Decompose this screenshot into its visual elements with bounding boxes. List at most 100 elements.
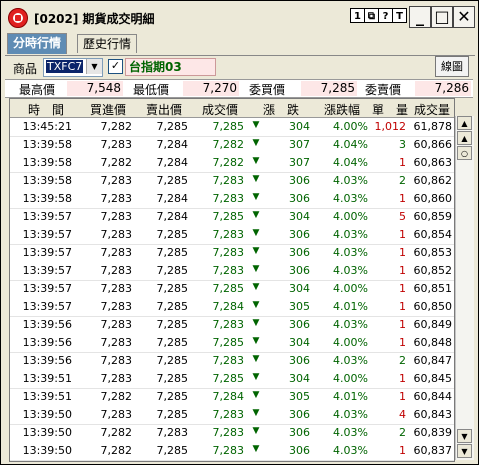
cell-change-pct: 4.00% xyxy=(333,120,368,133)
cell-bid: 7,282 xyxy=(100,426,133,439)
table-row[interactable]: 13:39:57 7,283 7,284 7,285 ▼ 304 4.00% 5 60,859 xyxy=(10,208,454,227)
cell-ask: 7,283 xyxy=(156,426,189,439)
table-row[interactable]: 13:39:56 7,283 7,285 7,283 ▼ 306 4.03% 2 60,847 xyxy=(10,352,454,371)
link-checkbox[interactable]: ✓ xyxy=(108,59,123,74)
maximize-button[interactable]: □ xyxy=(431,6,453,28)
table-row[interactable]: 13:39:58 7,283 7,284 7,282 ▼ 307 4.04% 3 60,866 xyxy=(10,136,454,155)
col-change[interactable]: 漲 跌 xyxy=(248,101,314,118)
table-row[interactable]: 13:39:58 7,283 7,284 7,283 ▼ 306 4.03% 1 60,860 xyxy=(10,190,454,209)
restore-layout-button[interactable]: ⧉ xyxy=(364,8,379,23)
cell-time: 13:39:51 xyxy=(22,390,72,403)
table-row[interactable]: 13:39:50 7,283 7,285 7,283 ▼ 306 4.03% 4 60,843 xyxy=(10,406,454,425)
cell-time: 13:39:56 xyxy=(22,318,72,331)
col-price[interactable]: 成交價 xyxy=(192,101,248,118)
cell-price: 7,283 xyxy=(212,444,245,457)
col-change-pct[interactable]: 漲跌幅 xyxy=(314,101,370,118)
cell-change-pct: 4.03% xyxy=(333,354,368,367)
quote-summary: 最高價 7,548 最低價 7,270 委買價 7,285 委賣價 7,286 xyxy=(5,79,473,98)
col-volume[interactable]: 單 量 xyxy=(370,101,410,118)
cell-change-pct: 4.03% xyxy=(333,192,368,205)
cell-ask: 7,285 xyxy=(156,300,189,313)
scroll-bottom-icon[interactable]: ▼ xyxy=(457,444,472,458)
product-select[interactable]: TXFC7 ▼ xyxy=(43,58,103,77)
cell-ask: 7,284 xyxy=(156,156,189,169)
table-row[interactable]: 13:39:57 7,283 7,285 7,284 ▼ 305 4.01% 1 60,850 xyxy=(10,298,454,317)
cell-change-pct: 4.03% xyxy=(333,174,368,187)
bid-label: 委買價 xyxy=(249,83,286,97)
cell-total-volume: 60,844 xyxy=(413,390,453,403)
cell-bid: 7,283 xyxy=(100,246,133,259)
cell-ask: 7,284 xyxy=(156,192,189,205)
col-bid[interactable]: 買進價 xyxy=(80,101,136,118)
table-row[interactable]: 13:39:51 7,283 7,285 7,285 ▼ 304 4.00% 1 60,845 xyxy=(10,370,454,389)
window-title: [0202] 期貨成交明細 xyxy=(34,12,155,26)
table-row[interactable]: 13:39:58 7,283 7,285 7,283 ▼ 306 4.03% 2 60,862 xyxy=(10,172,454,191)
cell-change: 306 xyxy=(289,228,310,241)
cell-change-pct: 4.00% xyxy=(333,210,368,223)
cell-change: 306 xyxy=(289,426,310,439)
cell-bid: 7,283 xyxy=(100,408,133,421)
scroll-thumb[interactable]: ○ xyxy=(457,146,472,160)
cell-total-volume: 60,853 xyxy=(413,246,453,259)
minimize-button[interactable]: _ xyxy=(409,6,431,28)
tab-intraday[interactable]: 分時行情 xyxy=(7,33,68,54)
cell-volume: 2 xyxy=(399,354,406,367)
chart-button[interactable]: 線圖 xyxy=(435,56,469,77)
tab-history[interactable]: 歷史行情 xyxy=(77,34,138,53)
table-row[interactable]: 13:39:50 7,282 7,285 7,283 ▼ 306 4.03% 1 60,837 xyxy=(10,442,454,461)
help-button[interactable]: ? xyxy=(378,8,393,23)
cell-time: 13:39:57 xyxy=(22,228,72,241)
cell-price: 7,285 xyxy=(212,120,245,133)
table-row[interactable]: 13:39:56 7,283 7,285 7,285 ▼ 304 4.00% 1 60,848 xyxy=(10,334,454,353)
scroll-top-icon[interactable]: ▲ xyxy=(457,116,472,130)
trade-detail-table[interactable]: 時 間 買進價 賣出價 成交價 漲 跌 漲跌幅 單 量 成交量 13:45:21… xyxy=(9,98,455,462)
pin-1-button[interactable]: 1 xyxy=(350,8,365,23)
cell-change: 305 xyxy=(289,390,310,403)
quote-detail-window: [0202] 期貨成交明細 1 ⧉ ? T _ □ ✕ 分時行情 歷史行情 商品… xyxy=(0,0,479,465)
table-row[interactable]: 13:39:58 7,282 7,284 7,282 ▼ 307 4.04% 1 60,863 xyxy=(10,154,454,173)
cell-price: 7,285 xyxy=(212,336,245,349)
col-time[interactable]: 時 間 xyxy=(12,101,80,118)
cell-volume: 4 xyxy=(399,408,406,421)
scroll-down-icon[interactable]: ▼ xyxy=(457,429,472,443)
down-triangle-icon: ▼ xyxy=(252,138,260,148)
cell-bid: 7,283 xyxy=(100,264,133,277)
cell-change: 304 xyxy=(289,372,310,385)
col-ask[interactable]: 賣出價 xyxy=(136,101,192,118)
topmost-button[interactable]: T xyxy=(392,8,407,23)
chevron-down-icon[interactable]: ▼ xyxy=(86,59,102,74)
cell-time: 13:39:50 xyxy=(22,444,72,457)
cell-change-pct: 4.03% xyxy=(333,408,368,421)
table-row[interactable]: 13:45:21 7,282 7,285 7,285 ▼ 304 4.00% 1,012 61,… xyxy=(10,118,454,137)
cell-time: 13:39:58 xyxy=(22,174,72,187)
col-total-volume[interactable]: 成交量 xyxy=(410,101,454,118)
table-row[interactable]: 13:39:57 7,283 7,285 7,283 ▼ 306 4.03% 1 60,854 xyxy=(10,226,454,245)
cell-ask: 7,284 xyxy=(156,210,189,223)
title-bar[interactable]: [0202] 期貨成交明細 1 ⧉ ? T _ □ ✕ xyxy=(2,2,477,32)
cell-volume: 1 xyxy=(399,444,406,457)
close-button[interactable]: ✕ xyxy=(453,6,475,28)
table-row[interactable]: 13:39:57 7,283 7,285 7,285 ▼ 304 4.00% 1 60,851 xyxy=(10,280,454,299)
cell-price: 7,283 xyxy=(212,354,245,367)
product-name: 台指期03 xyxy=(125,58,216,76)
cell-volume: 1,012 xyxy=(374,120,407,133)
cell-ask: 7,285 xyxy=(156,246,189,259)
table-row[interactable]: 13:39:57 7,283 7,285 7,283 ▼ 306 4.03% 1 60,852 xyxy=(10,262,454,281)
table-row[interactable]: 13:39:51 7,282 7,285 7,284 ▼ 305 4.01% 1 60,844 xyxy=(10,388,454,407)
table-row[interactable]: 13:39:56 7,283 7,285 7,283 ▼ 306 4.03% 1 60,849 xyxy=(10,316,454,335)
cell-bid: 7,283 xyxy=(100,192,133,205)
cell-total-volume: 60,863 xyxy=(413,156,453,169)
cell-change: 304 xyxy=(289,282,310,295)
cell-volume: 5 xyxy=(399,210,406,223)
cell-bid: 7,282 xyxy=(100,156,133,169)
cell-volume: 1 xyxy=(399,282,406,295)
cell-volume: 1 xyxy=(399,318,406,331)
scroll-up-icon[interactable]: ▲ xyxy=(457,131,472,145)
cell-ask: 7,284 xyxy=(156,138,189,151)
table-row[interactable]: 13:39:57 7,283 7,285 7,283 ▼ 306 4.03% 1 60,853 xyxy=(10,244,454,263)
cell-change: 307 xyxy=(289,156,310,169)
table-row[interactable]: 13:39:50 7,282 7,283 7,283 ▼ 306 4.03% 2 60,839 xyxy=(10,424,454,443)
vertical-scrollbar[interactable]: ▲ ▲ ○ ▼ ▼ xyxy=(455,116,474,460)
cell-volume: 2 xyxy=(399,174,406,187)
cell-price: 7,283 xyxy=(212,264,245,277)
